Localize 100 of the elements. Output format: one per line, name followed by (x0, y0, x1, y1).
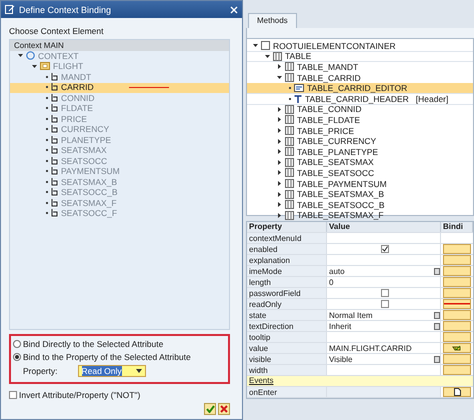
input-field-icon (294, 84, 304, 92)
tree-label: TABLE_CARRID_EDITOR (307, 83, 408, 94)
expanded-arrow-icon[interactable] (253, 43, 258, 48)
tree-row[interactable]: TABLE_SEATSMAX_B (247, 189, 473, 200)
checkbox[interactable] (9, 391, 17, 399)
collapsed-arrow-icon[interactable] (277, 128, 282, 134)
property-label: Property: (23, 366, 58, 376)
window-title: Define Context Binding (19, 4, 112, 14)
dropdown-field[interactable]: Normal Item (327, 310, 441, 320)
tree-label: TABLE_SEATSMAX (297, 157, 374, 168)
table-icon (285, 136, 294, 146)
radio-button[interactable] (13, 340, 21, 348)
tree-label: TABLE (285, 51, 312, 62)
collapsed-arrow-icon[interactable] (277, 181, 282, 186)
table-icon (285, 168, 294, 178)
collapsed-arrow-icon[interactable] (277, 117, 282, 122)
tree-label: TABLE_CARRID (297, 72, 361, 83)
tree-label: TABLE_SEATSOCC (297, 168, 374, 178)
tab[interactable]: Methods (248, 13, 297, 28)
tree-row[interactable]: TABLE_SEATSOCC (247, 168, 473, 179)
tree-label: PLANETYPE (61, 134, 112, 145)
property-name: visible (247, 354, 327, 364)
tree-label: TABLE_SEATSMAX_B (297, 189, 384, 200)
table-icon (285, 200, 294, 210)
tree-row[interactable]: TABLE_FLDATE (247, 115, 473, 126)
collapsed-arrow-icon[interactable] (277, 192, 282, 197)
confirm-button[interactable] (204, 403, 216, 415)
collapsed-arrow-icon[interactable] (277, 202, 282, 208)
bind-button[interactable] (443, 387, 471, 397)
value-cell: MAIN.FLIGHT.CARRID (327, 343, 441, 353)
tree-row[interactable]: CARRID (10, 82, 229, 93)
table-icon (273, 52, 282, 61)
tree-label: SEATSOCC_F (61, 208, 118, 218)
tree-row[interactable]: TABLE_PAYMENTSUM (247, 178, 473, 190)
tree-label: TABLE_PAYMENTSUM (297, 178, 387, 189)
events-link[interactable]: Events (247, 376, 473, 386)
close-icon[interactable] (230, 6, 238, 14)
tree-row[interactable]: TABLE_CONNID (247, 104, 473, 116)
tree-row[interactable]: TABLE_CARRID_EDITOR (247, 83, 473, 94)
collapsed-arrow-icon[interactable] (277, 160, 282, 165)
tree-row[interactable]: ROOTUIELEMENTCONTAINER (247, 41, 473, 52)
tree-label: CARRID (61, 82, 94, 92)
property-name: onEnter (247, 387, 327, 397)
tree-label: CONNID (61, 92, 95, 103)
tree-row[interactable]: TABLE_MANDT (247, 62, 473, 73)
close-icon (220, 405, 228, 413)
checkbox[interactable] (380, 245, 388, 253)
cancel-button[interactable] (218, 403, 230, 415)
tree-row[interactable]: TABLE_PRICE (247, 126, 473, 136)
tree-row[interactable]: TABLE_SEATSMAX (247, 158, 473, 168)
tree-row[interactable]: TABLE_SEATSOCC_B (247, 200, 473, 210)
tree-label: TABLE_PLANETYPE (297, 146, 378, 157)
collapsed-arrow-icon[interactable] (277, 212, 282, 218)
page-icon (454, 388, 460, 396)
column-header: Bindi (441, 222, 473, 232)
property-name: contextMenuId (247, 233, 327, 243)
tree-label: SEATSMAX_F (61, 198, 117, 208)
tree-row[interactable]: TABLE_CARRID_HEADER [Header] (247, 94, 473, 105)
dropdown-field[interactable]: auto (327, 266, 441, 276)
caret-icon (136, 369, 142, 373)
expanded-arrow-icon[interactable] (265, 54, 270, 59)
tree-label: TABLE_SEATSMAX_F (297, 210, 384, 220)
tree-row[interactable]: TABLE_SEATSMAX_F (247, 210, 473, 222)
table-icon (285, 62, 294, 72)
checkbox[interactable] (380, 289, 388, 297)
tree-label: SEATSMAX (61, 145, 107, 156)
tree-label: PAYMENTSUM (61, 166, 120, 176)
property-name: value (247, 343, 327, 353)
tree-row[interactable]: TABLE_CARRID (247, 72, 473, 84)
tree-label: SEATSOCC_B (61, 187, 118, 198)
tree-row[interactable]: TABLE_CURRENCY (247, 136, 473, 147)
collapsed-arrow-icon[interactable] (277, 170, 282, 176)
dropdown-field[interactable]: Visible (327, 354, 441, 364)
tree-label: TABLE_SEATSOCC_B (297, 200, 385, 210)
radio-button[interactable] (13, 353, 21, 361)
collapsed-arrow-icon[interactable] (277, 64, 282, 70)
table-icon (285, 179, 294, 188)
table-icon (285, 126, 294, 136)
dropdown-field[interactable]: Inherit (327, 321, 441, 331)
property-name: textDirection (247, 321, 327, 331)
checkbox[interactable] (380, 300, 388, 308)
bind-button[interactable] (443, 343, 471, 353)
table-icon (285, 104, 294, 114)
collapsed-arrow-icon[interactable] (277, 149, 282, 154)
tree-row[interactable]: TABLE (247, 52, 473, 62)
property-dropdown[interactable]: Read Only (78, 365, 146, 377)
table-icon (285, 158, 294, 167)
property-name: state (247, 310, 327, 320)
tree-row[interactable]: TABLE_PLANETYPE (247, 146, 473, 158)
tree-label: TABLE_MANDT (297, 62, 358, 72)
expanded-arrow-icon[interactable] (277, 75, 282, 80)
tree-label: FLIGHT (53, 61, 84, 72)
expanded-arrow-icon[interactable] (18, 53, 23, 58)
radio-label: Bind Directly to the Selected Attribute (23, 339, 164, 349)
circle-icon (26, 51, 35, 60)
property-name: enabled (247, 244, 327, 254)
expanded-arrow-icon[interactable] (32, 64, 37, 69)
collapsed-arrow-icon[interactable] (277, 138, 282, 144)
tree-label: TABLE_FLDATE (297, 114, 360, 125)
collapsed-arrow-icon[interactable] (277, 106, 282, 112)
